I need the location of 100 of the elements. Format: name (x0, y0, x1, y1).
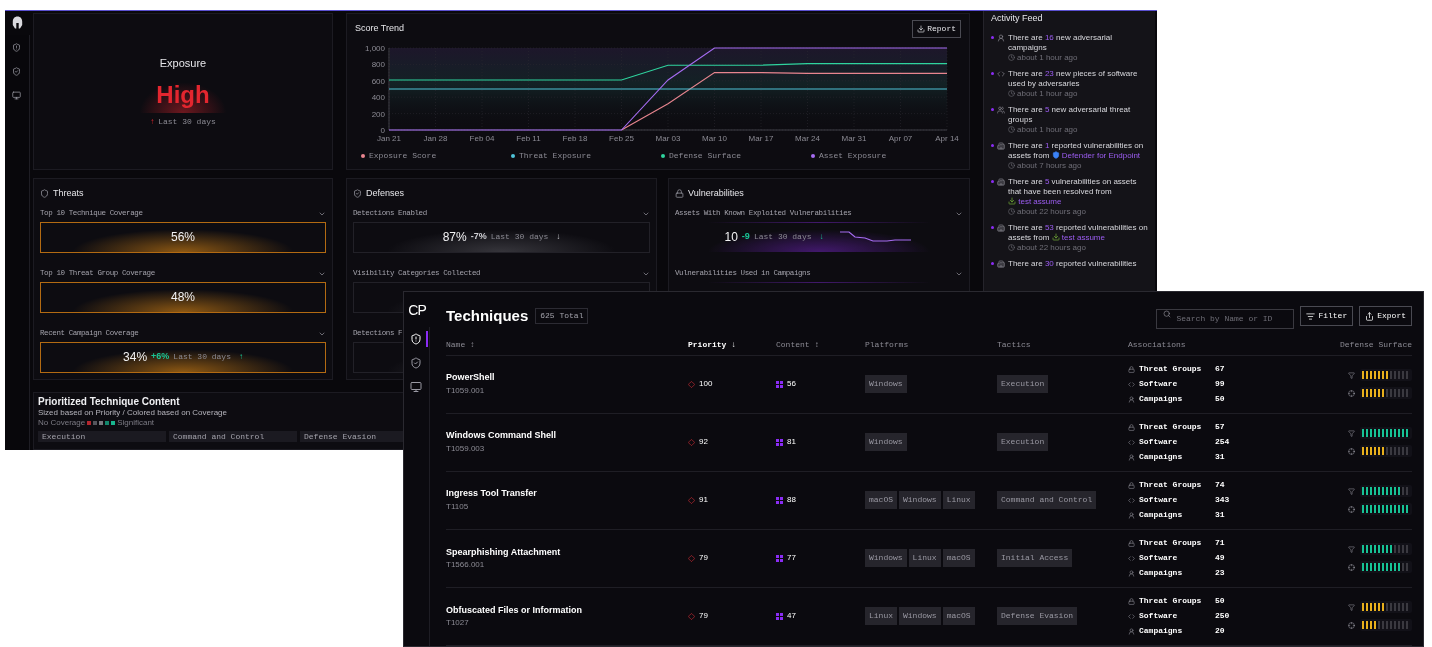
platform-tag: Linux (865, 607, 897, 626)
technique-name: Ingress Tool Transfer (446, 487, 538, 501)
column-header[interactable]: Associations (1128, 338, 1278, 351)
x-tick-label: Mar 31 (841, 134, 867, 143)
filter-button[interactable]: Filter (1300, 306, 1354, 327)
clock-icon (1008, 90, 1015, 97)
association-count: 343 (1215, 494, 1230, 507)
association-label: Campaigns (1139, 625, 1184, 638)
column-header[interactable]: Defense Surface (1278, 338, 1412, 351)
report-button[interactable]: Report (912, 20, 961, 38)
column-header[interactable]: Name ↕ (446, 338, 688, 351)
technique-id: T1566.001 (446, 559, 486, 572)
card-title: Defenses (366, 187, 405, 200)
tactic-tag: Execution (997, 433, 1049, 452)
legend-label: Threat Exposure (519, 150, 591, 162)
funnel-icon (1348, 429, 1355, 437)
table-row[interactable]: Ingress Tool Transfer T1105 91 88 macOS Windows Linux Command and Control Threat Groups 74 Software 343 Campaigns 31 (446, 471, 1412, 530)
code-icon (1128, 380, 1135, 388)
period-label: Last 30 days (173, 351, 231, 363)
lock-icon (1128, 597, 1135, 605)
content-value: 77 (787, 552, 796, 565)
legend-label: No Coverage (38, 418, 86, 428)
code-icon (1128, 554, 1135, 562)
table-row[interactable]: Windows Command Shell T1059.003 92 81 Windows Execution Threat Groups 57 Software 254 Campaigns 31 (446, 413, 1412, 472)
tactic-tag: Execution (997, 375, 1049, 394)
card-title: Threats (53, 187, 84, 200)
column-header[interactable]: Content ↕ (776, 338, 865, 351)
lock-icon (1128, 481, 1135, 489)
table-row[interactable]: PowerShell T1059.001 100 56 Windows Execution Threat Groups 67 Software 99 Campaigns 50 (446, 355, 1412, 414)
association-label: Software (1139, 436, 1179, 449)
column-header[interactable]: Priority ↓ (688, 338, 776, 351)
card-title: Prioritized Technique Content (38, 396, 181, 408)
technique-name: Windows Command Shell (446, 429, 557, 443)
funnel-icon (1348, 545, 1355, 553)
platform-tag: macOS (942, 549, 975, 568)
table-row[interactable]: Spearphishing Attachment T1566.001 79 77 Windows Linux macOS Initial Access Threat Groups 71 Software 49 Campaigns 23 (446, 529, 1412, 588)
y-tick-label: 1,000 (364, 44, 385, 53)
shield-alert-icon (11, 42, 21, 52)
table-row[interactable]: Obfuscated Files or Information T1027 79 47 Linux Windows macOS Defense Evasion Threat Groups 50 Software 250 Campaigns 20 (446, 587, 1412, 646)
monitor-icon (11, 90, 21, 100)
feed-link[interactable]: test assume (1008, 196, 1062, 206)
person-icon (1128, 627, 1135, 635)
crosshair-icon (1348, 621, 1355, 629)
technique-id: T1027 (446, 617, 470, 630)
platform-tag: Windows (865, 375, 907, 394)
feed-time: about 1 hour ago (1017, 52, 1078, 63)
association-label: Software (1139, 610, 1179, 623)
monitor-icon (409, 381, 422, 393)
platform-tag: Windows (865, 549, 907, 568)
lock-icon (1128, 539, 1135, 547)
funnel-icon (1348, 603, 1355, 611)
technique-id: T1105 (446, 501, 470, 513)
feed-message: There are 53 reported vulnerabilities on assets from test assume (1008, 222, 1148, 243)
clock-icon (1008, 162, 1015, 169)
column-header[interactable]: Tactics (997, 338, 1128, 351)
tactic-tag: Command and Control (997, 491, 1097, 510)
platform-tag: Windows (899, 491, 941, 510)
building-icon (997, 141, 1005, 150)
association-label: Threat Groups (1139, 363, 1203, 376)
x-tick-label: Mar 10 (702, 134, 727, 143)
association-count: 57 (1215, 421, 1225, 434)
card-title: Vulnerabilities (688, 187, 744, 200)
trend-arrow: ↑ (238, 351, 243, 363)
people-icon (997, 105, 1005, 114)
code-icon (1128, 496, 1135, 504)
feed-time: about 22 hours ago (1017, 206, 1086, 217)
priority-value: 91 (699, 494, 708, 507)
code-icon (1128, 612, 1135, 620)
association-count: 74 (1215, 479, 1225, 492)
diamond-icon (688, 554, 695, 562)
column-header[interactable]: Platforms (865, 338, 997, 351)
y-tick-label: 600 (371, 76, 385, 86)
clock-icon (1008, 208, 1015, 215)
diamond-icon (688, 612, 695, 620)
lock-icon (1128, 365, 1135, 373)
y-tick-label: 0 (380, 126, 385, 135)
shield-icon (353, 189, 362, 199)
content-value: 88 (787, 494, 796, 507)
column-header: Command and Control (169, 431, 297, 442)
legend-label: Asset Exposure (819, 150, 887, 162)
clock-icon (1008, 126, 1015, 133)
feed-message: There are 1 reported vulnerabilities on assets from Defender for Endpoint (1008, 140, 1145, 161)
feed-link[interactable]: test assume (1051, 232, 1105, 242)
download-icon (917, 25, 926, 33)
association-count: 23 (1215, 567, 1225, 580)
filter-icon (1306, 311, 1316, 321)
association-count: 49 (1215, 552, 1225, 565)
feed-link[interactable]: Defender for Endpoint (1051, 150, 1141, 160)
crosshair-icon (1348, 563, 1355, 571)
feed-time: about 1 hour ago (1017, 124, 1078, 135)
search-field[interactable]: Search by Name or ID (1156, 308, 1295, 329)
funnel-icon (1348, 487, 1355, 495)
export-button[interactable]: Export (1359, 306, 1412, 327)
download-icon (1008, 197, 1016, 206)
metric-value: 87% (442, 229, 467, 246)
association-label: Threat Groups (1139, 421, 1203, 434)
shield-check-icon (11, 66, 21, 76)
x-tick-label: Mar 03 (655, 134, 681, 143)
shield-icon (40, 189, 49, 199)
association-count: 250 (1215, 610, 1230, 623)
